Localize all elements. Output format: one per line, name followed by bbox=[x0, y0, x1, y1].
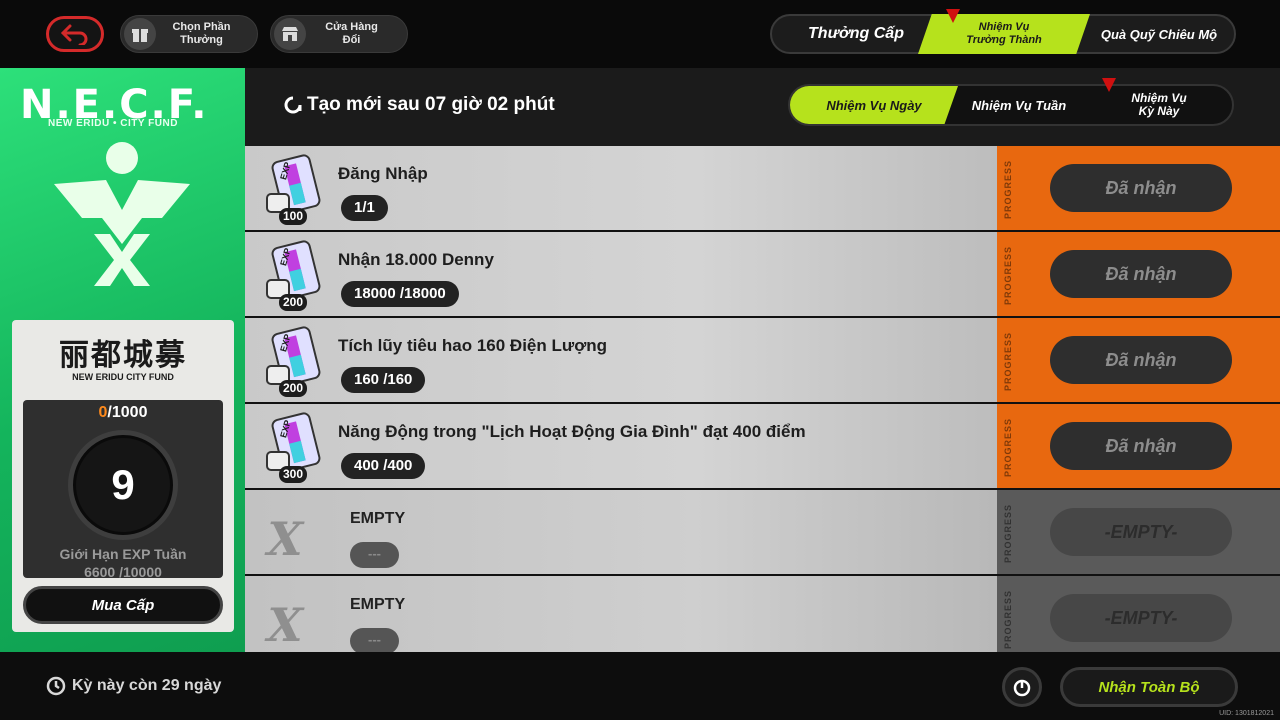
mission-progress: 1/1 bbox=[341, 195, 388, 221]
bottom-bar: Kỳ này còn 29 ngày Nhận Toàn Bộ UID: 130… bbox=[0, 652, 1280, 720]
reward-amount: 200 bbox=[279, 294, 308, 311]
mission-type-tabs: Nhiệm Vụ Ngày Nhiệm Vụ Tuần Nhiệm Vụ Kỳ … bbox=[788, 78, 1234, 126]
claim-all-button[interactable]: Nhận Toàn Bộ bbox=[1060, 667, 1238, 707]
progress-label: PROGRESS bbox=[1003, 503, 1013, 563]
fund-emblem-icon bbox=[54, 142, 190, 286]
level-box: 0/1000 9 Giới Hạn EXP Tuần 6600 /10000 bbox=[23, 400, 223, 580]
mission-progress: 18000 /18000 bbox=[341, 281, 459, 307]
weekly-exp-value: 6600 /10000 bbox=[84, 564, 162, 580]
tab-growth-missions-label-2: Trưởng Thành bbox=[966, 34, 1042, 46]
clock-icon bbox=[46, 676, 66, 696]
select-reward-button[interactable]: Chọn Phần Thưởng bbox=[120, 15, 258, 53]
select-reward-label-1: Chọn Phần bbox=[172, 21, 231, 33]
mission-name: Tích lũy tiêu hao 160 Điện Lượng bbox=[338, 336, 608, 355]
fund-card-title-cn: 丽都城募 bbox=[59, 338, 187, 373]
refresh-icon bbox=[284, 96, 302, 114]
progress-label: PROGRESS bbox=[1003, 589, 1013, 649]
tab-level-rewards[interactable]: Thưởng Cấp bbox=[786, 16, 926, 52]
mission-name: Nhận 18.000 Denny bbox=[338, 250, 494, 269]
empty-mission-progress: --- bbox=[350, 542, 399, 568]
fund-card: 丽都城募 NEW ERIDU CITY FUND 0/1000 9 Giới H… bbox=[12, 320, 234, 632]
exchange-shop-label-2: Đổi bbox=[342, 34, 361, 46]
empty-slot-button: -EMPTY- bbox=[1050, 594, 1232, 642]
power-icon bbox=[1013, 679, 1031, 697]
period-remaining: Kỳ này còn 29 ngày bbox=[46, 676, 221, 696]
empty-mission-row: X EMPTY --- PROGRESS -EMPTY- bbox=[245, 576, 1280, 652]
gift-icon bbox=[124, 18, 156, 50]
claimed-button[interactable]: Đã nhận bbox=[1050, 422, 1232, 470]
progress-label: PROGRESS bbox=[1003, 331, 1013, 391]
reward-amount: 100 bbox=[279, 208, 308, 225]
empty-mission-name: EMPTY bbox=[350, 510, 406, 527]
back-button[interactable] bbox=[46, 16, 104, 52]
points-max: /1000 bbox=[107, 404, 148, 421]
top-bar: Chọn Phần Thưởng Cửa Hàng Đổi Thưởng Cấp… bbox=[0, 0, 1280, 68]
uid-text: UID: 1301812021 bbox=[1219, 710, 1274, 717]
exchange-shop-label-1: Cửa Hàng bbox=[325, 21, 378, 33]
select-reward-label-2: Thưởng bbox=[180, 34, 223, 46]
mission-progress: 400 /400 bbox=[341, 453, 426, 479]
reward-amount: 300 bbox=[279, 466, 308, 483]
period-remaining-text: Kỳ này còn 29 ngày bbox=[72, 677, 222, 694]
mission-row: EXP 300 Năng Động trong "Lịch Hoạt Động … bbox=[245, 404, 1280, 488]
claimed-button[interactable]: Đã nhận bbox=[1050, 336, 1232, 384]
tab-daily-missions[interactable]: Nhiệm Vụ Ngày bbox=[790, 86, 958, 124]
weekly-exp-label: Giới Hạn EXP Tuần bbox=[59, 546, 187, 562]
mission-row: EXP 100 Đăng Nhập 1/1 PROGRESS Đã nhận bbox=[245, 146, 1280, 230]
empty-mission-progress: --- bbox=[350, 628, 399, 652]
tab-recruit-fund[interactable]: Quà Quỹ Chiêu Mộ bbox=[1084, 16, 1234, 52]
mission-row: EXP 200 Nhận 18.000 Denny 18000 /18000 P… bbox=[245, 232, 1280, 316]
empty-mission-name: EMPTY bbox=[350, 596, 406, 613]
info-button[interactable] bbox=[1002, 667, 1042, 707]
mission-list: EXP 100 Đăng Nhập 1/1 PROGRESS Đã nhận E… bbox=[245, 146, 1280, 652]
points-counter: 0/1000 bbox=[23, 404, 223, 422]
empty-x-icon: X bbox=[261, 512, 309, 566]
progress-label: PROGRESS bbox=[1003, 159, 1013, 219]
necf-logo-subtitle: NEW ERIDU • CITY FUND bbox=[48, 118, 178, 129]
mission-name: Đăng Nhập bbox=[338, 164, 428, 183]
refresh-timer-text: Tạo mới sau 07 giờ 02 phút bbox=[307, 94, 555, 115]
mission-name: Năng Động trong "Lịch Hoạt Động Gia Đình… bbox=[338, 422, 806, 441]
fund-panel: N.E.C.F. NEW ERIDU • CITY FUND 丽都城募 NEW … bbox=[0, 68, 245, 652]
empty-mission-row: X EMPTY --- PROGRESS -EMPTY- bbox=[245, 490, 1280, 574]
tab-period-missions-label-2: Kỳ Này bbox=[1138, 104, 1180, 118]
claimed-button[interactable]: Đã nhận bbox=[1050, 164, 1232, 212]
tab-growth-missions[interactable]: Nhiệm Vụ Trưởng Thành bbox=[918, 14, 1090, 54]
tab-period-missions[interactable]: Nhiệm Vụ Kỳ Này bbox=[1086, 86, 1232, 124]
mission-progress: 160 /160 bbox=[341, 367, 426, 393]
buy-level-button[interactable]: Mua Cấp bbox=[23, 586, 223, 624]
level-number: 9 bbox=[68, 430, 178, 540]
shop-icon bbox=[274, 18, 306, 50]
tab-weekly-missions[interactable]: Nhiệm Vụ Tuần bbox=[950, 86, 1088, 124]
back-arrow-icon bbox=[60, 24, 88, 45]
fund-card-title-en: NEW ERIDU CITY FUND bbox=[72, 372, 174, 382]
mission-row: EXP 200 Tích lũy tiêu hao 160 Điện Lượng… bbox=[245, 318, 1280, 402]
empty-slot-button: -EMPTY- bbox=[1050, 508, 1232, 556]
reward-amount: 200 bbox=[279, 380, 308, 397]
progress-label: PROGRESS bbox=[1003, 417, 1013, 477]
tab-growth-missions-label-1: Nhiệm Vụ bbox=[978, 21, 1030, 33]
top-tab-bar: Thưởng Cấp Nhiệm Vụ Trưởng Thành Quà Quỹ… bbox=[770, 9, 1236, 54]
progress-label: PROGRESS bbox=[1003, 245, 1013, 305]
exchange-shop-button[interactable]: Cửa Hàng Đổi bbox=[270, 15, 408, 53]
empty-x-icon: X bbox=[261, 598, 309, 652]
claimed-button[interactable]: Đã nhận bbox=[1050, 250, 1232, 298]
mission-header: Tạo mới sau 07 giờ 02 phút Nhiệm Vụ Ngày… bbox=[245, 68, 1280, 146]
refresh-timer: Tạo mới sau 07 giờ 02 phút bbox=[283, 94, 555, 116]
